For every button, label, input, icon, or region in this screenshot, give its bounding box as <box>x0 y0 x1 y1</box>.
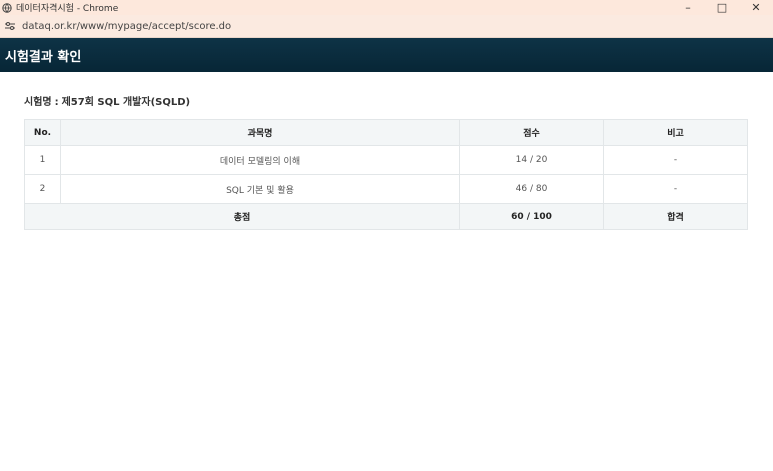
pass-result: 합격 <box>603 203 748 230</box>
row-no: 1 <box>24 145 61 175</box>
close-icon[interactable]: ✕ <box>739 0 773 15</box>
table-row: 1 데이터 모델링의 이해 14 / 20 - <box>24 145 748 175</box>
header-subject: 과목명 <box>60 119 460 146</box>
total-row: 총점 60 / 100 합격 <box>24 203 748 230</box>
score-table: No. 과목명 점수 비고 1 데이터 모델링의 이해 14 / 20 - 2 … <box>24 119 748 230</box>
table-header-row: No. 과목명 점수 비고 <box>24 119 748 146</box>
browser-titlebar: 데이터자격시험 - Chrome – □ ✕ <box>0 0 773 15</box>
minimize-icon[interactable]: – <box>671 0 705 15</box>
row-subject: SQL 기본 및 활용 <box>60 174 460 204</box>
exam-name-label: 시험명 <box>24 97 52 108</box>
tune-icon[interactable] <box>4 20 16 32</box>
row-score: 46 / 80 <box>459 174 604 204</box>
row-note: - <box>603 145 748 175</box>
window-controls: – □ ✕ <box>671 0 773 15</box>
page-title: 시험결과 확인 <box>5 49 82 65</box>
total-score: 60 / 100 <box>459 203 604 230</box>
row-score: 14 / 20 <box>459 145 604 175</box>
total-label: 총점 <box>24 203 460 230</box>
exam-name: 시험명: 제57회 SQL 개발자(SQLD) <box>24 96 748 110</box>
maximize-icon[interactable]: □ <box>705 0 739 15</box>
address-bar[interactable]: dataq.or.kr/www/mypage/accept/score.do <box>0 15 773 38</box>
main-content: 시험명: 제57회 SQL 개발자(SQLD) No. 과목명 점수 비고 1 데… <box>0 96 773 230</box>
exam-name-value: 제57회 SQL 개발자(SQLD) <box>61 97 191 108</box>
row-no: 2 <box>24 174 61 204</box>
page-header: 시험결과 확인 <box>0 38 773 72</box>
window-title: 데이터자격시험 - Chrome <box>16 4 119 14</box>
url-text[interactable]: dataq.or.kr/www/mypage/accept/score.do <box>22 21 231 32</box>
table-row: 2 SQL 기본 및 활용 46 / 80 - <box>24 174 748 204</box>
row-note: - <box>603 174 748 204</box>
header-note: 비고 <box>603 119 748 146</box>
exam-name-separator: : <box>54 97 59 108</box>
header-score: 점수 <box>459 119 604 146</box>
header-no: No. <box>24 119 61 146</box>
globe-icon <box>2 2 12 13</box>
row-subject: 데이터 모델링의 이해 <box>60 145 460 175</box>
